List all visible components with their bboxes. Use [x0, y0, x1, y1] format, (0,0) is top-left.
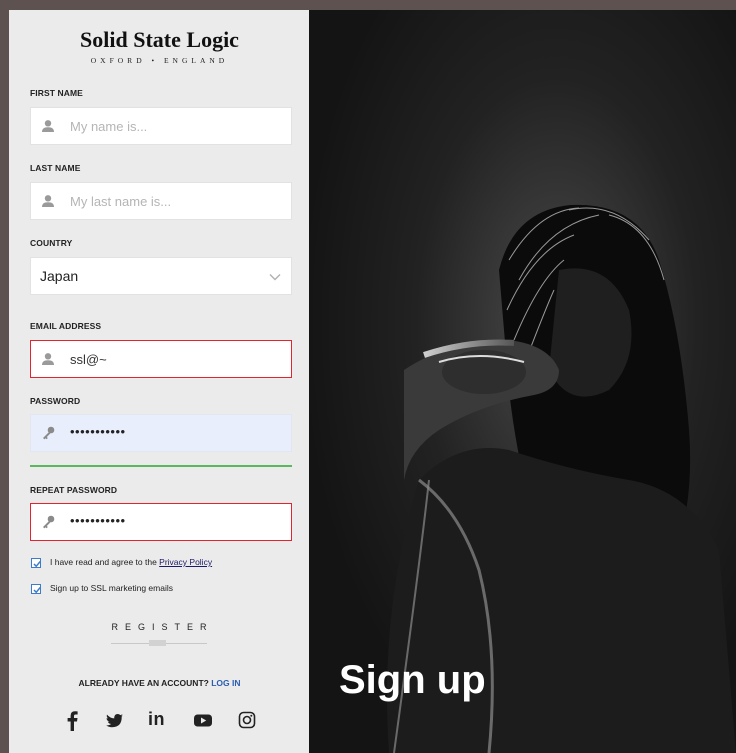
instagram-icon[interactable] — [238, 709, 256, 731]
privacy-checkbox[interactable] — [31, 558, 41, 568]
key-icon — [43, 426, 55, 440]
marketing-checkbox[interactable] — [31, 584, 41, 594]
brand-logo: Solid State Logic — [80, 27, 239, 52]
facebook-icon[interactable] — [65, 709, 79, 731]
password-strength-bar — [30, 465, 292, 467]
user-icon — [42, 353, 54, 365]
signup-panel: Solid State Logic OXFORD • ENGLAND FIRST… — [9, 10, 310, 753]
singer-silhouette-image — [309, 10, 736, 753]
password-value: ••••••••••• — [70, 424, 126, 439]
last-name-placeholder: My last name is... — [70, 194, 172, 209]
youtube-icon[interactable] — [193, 709, 213, 731]
last-name-label: LAST NAME — [30, 163, 81, 173]
email-field[interactable]: ssl@~ — [30, 340, 292, 378]
checkmark-icon — [33, 587, 41, 594]
country-select[interactable]: Japan — [30, 257, 292, 295]
linkedin-icon[interactable]: in — [148, 709, 165, 731]
chevron-down-icon — [269, 274, 281, 281]
first-name-label: FIRST NAME — [30, 88, 83, 98]
privacy-text: I have read and agree to the — [50, 557, 160, 567]
first-name-field[interactable]: My name is... — [30, 107, 292, 145]
register-button[interactable]: REGISTER — [9, 622, 310, 632]
register-underline-handle — [149, 640, 166, 646]
repeat-password-field[interactable]: ••••••••••• — [30, 503, 292, 541]
last-name-field[interactable]: My last name is... — [30, 182, 292, 220]
hero-photo: Sign up — [309, 10, 736, 753]
privacy-label: I have read and agree to the Privacy Pol… — [50, 557, 212, 567]
hero-title: Sign up — [339, 658, 486, 702]
signup-page: Solid State Logic OXFORD • ENGLAND FIRST… — [9, 10, 736, 753]
email-label: EMAIL ADDRESS — [30, 321, 102, 331]
email-value: ssl@~ — [70, 352, 107, 367]
country-label: COUNTRY — [30, 238, 73, 248]
login-prompt-text: ALREADY HAVE AN ACCOUNT? — [78, 678, 212, 688]
checkmark-icon — [33, 561, 41, 568]
privacy-policy-link[interactable]: Privacy Policy — [159, 557, 212, 567]
key-icon — [43, 515, 55, 529]
user-icon — [42, 195, 54, 207]
user-icon — [42, 120, 54, 132]
login-link[interactable]: LOG IN — [211, 678, 240, 688]
password-label: PASSWORD — [30, 396, 81, 406]
marketing-label: Sign up to SSL marketing emails — [50, 583, 173, 593]
login-prompt: ALREADY HAVE AN ACCOUNT? LOG IN — [9, 678, 310, 688]
brand-tagline: OXFORD • ENGLAND — [90, 56, 229, 65]
country-value: Japan — [40, 268, 79, 284]
twitter-icon[interactable] — [104, 709, 124, 731]
repeat-password-label: REPEAT PASSWORD — [30, 485, 118, 495]
repeat-password-value: ••••••••••• — [70, 513, 126, 528]
password-field[interactable]: ••••••••••• — [30, 414, 292, 452]
first-name-placeholder: My name is... — [70, 119, 148, 134]
